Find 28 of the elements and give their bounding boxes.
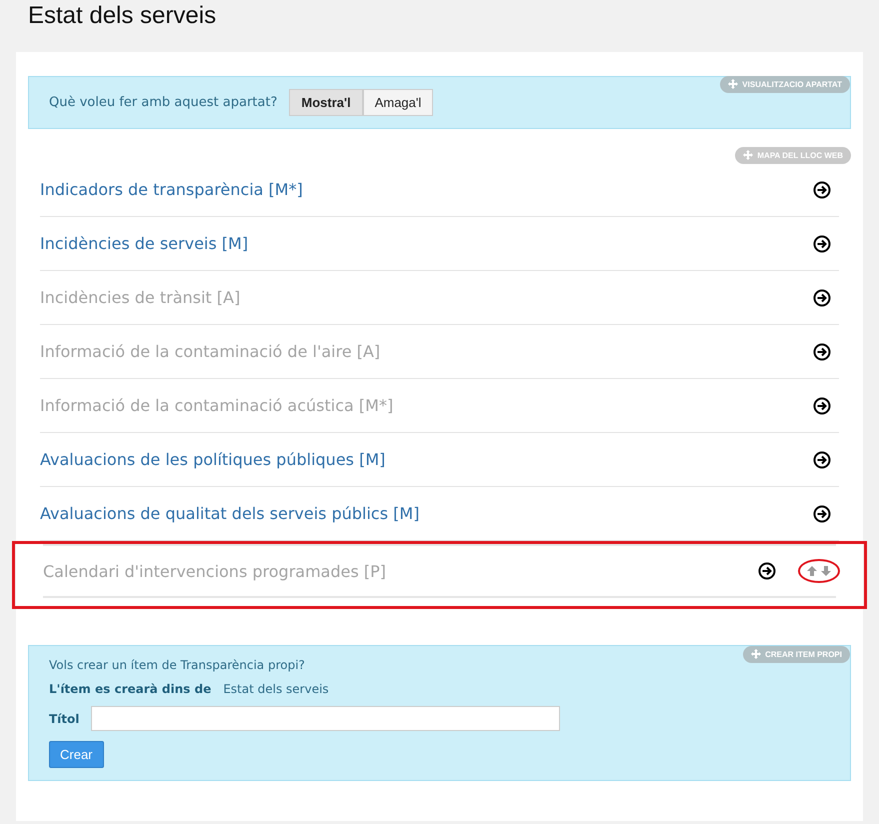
arrow-right-icon[interactable] bbox=[813, 342, 831, 360]
create-button[interactable]: Crear bbox=[49, 741, 104, 768]
toggle-button[interactable]: Mostra'l bbox=[289, 89, 363, 116]
sitemap-link[interactable]: Avaluacions de qualitat dels serveis públics [M] bbox=[40, 504, 813, 523]
arrow-up-icon[interactable] bbox=[806, 565, 818, 577]
sitemap-link[interactable]: Indicadors de transparència [M*] bbox=[40, 180, 813, 199]
location-value: Estat dels serveis bbox=[223, 682, 329, 696]
arrow-right-icon[interactable] bbox=[813, 504, 831, 522]
arrow-right-icon[interactable] bbox=[813, 288, 831, 306]
arrow-right-icon[interactable] bbox=[813, 234, 831, 252]
move-icon bbox=[728, 79, 738, 89]
arrow-right-icon[interactable] bbox=[813, 396, 831, 414]
title-label: Títol bbox=[49, 712, 80, 726]
visibility-question: Què voleu fer amb aquest apartat? bbox=[49, 95, 278, 110]
arrow-down-icon[interactable] bbox=[820, 565, 832, 577]
create-intro: Vols crear un ítem de Transparència propi? bbox=[49, 658, 306, 672]
section-badge[interactable]: VISUALITZACIO APARTAT bbox=[720, 76, 850, 93]
arrow-right-icon[interactable] bbox=[813, 180, 831, 198]
title-input[interactable] bbox=[91, 706, 560, 731]
move-icon bbox=[751, 649, 762, 659]
section-badge[interactable]: CREAR ITEM PROPI bbox=[743, 646, 850, 663]
location-label: L'ítem es crearà dins de bbox=[49, 682, 212, 696]
sitemap-link[interactable]: Incidències de serveis [M] bbox=[40, 234, 813, 253]
toggle-button[interactable]: Amaga'l bbox=[362, 89, 434, 116]
page-title: Estat dels serveis bbox=[27, 1, 218, 31]
move-icon bbox=[743, 150, 754, 160]
arrow-right-icon[interactable] bbox=[813, 450, 831, 468]
sitemap-link[interactable]: Avaluacions de les polítiques públiques [M] bbox=[40, 450, 813, 469]
